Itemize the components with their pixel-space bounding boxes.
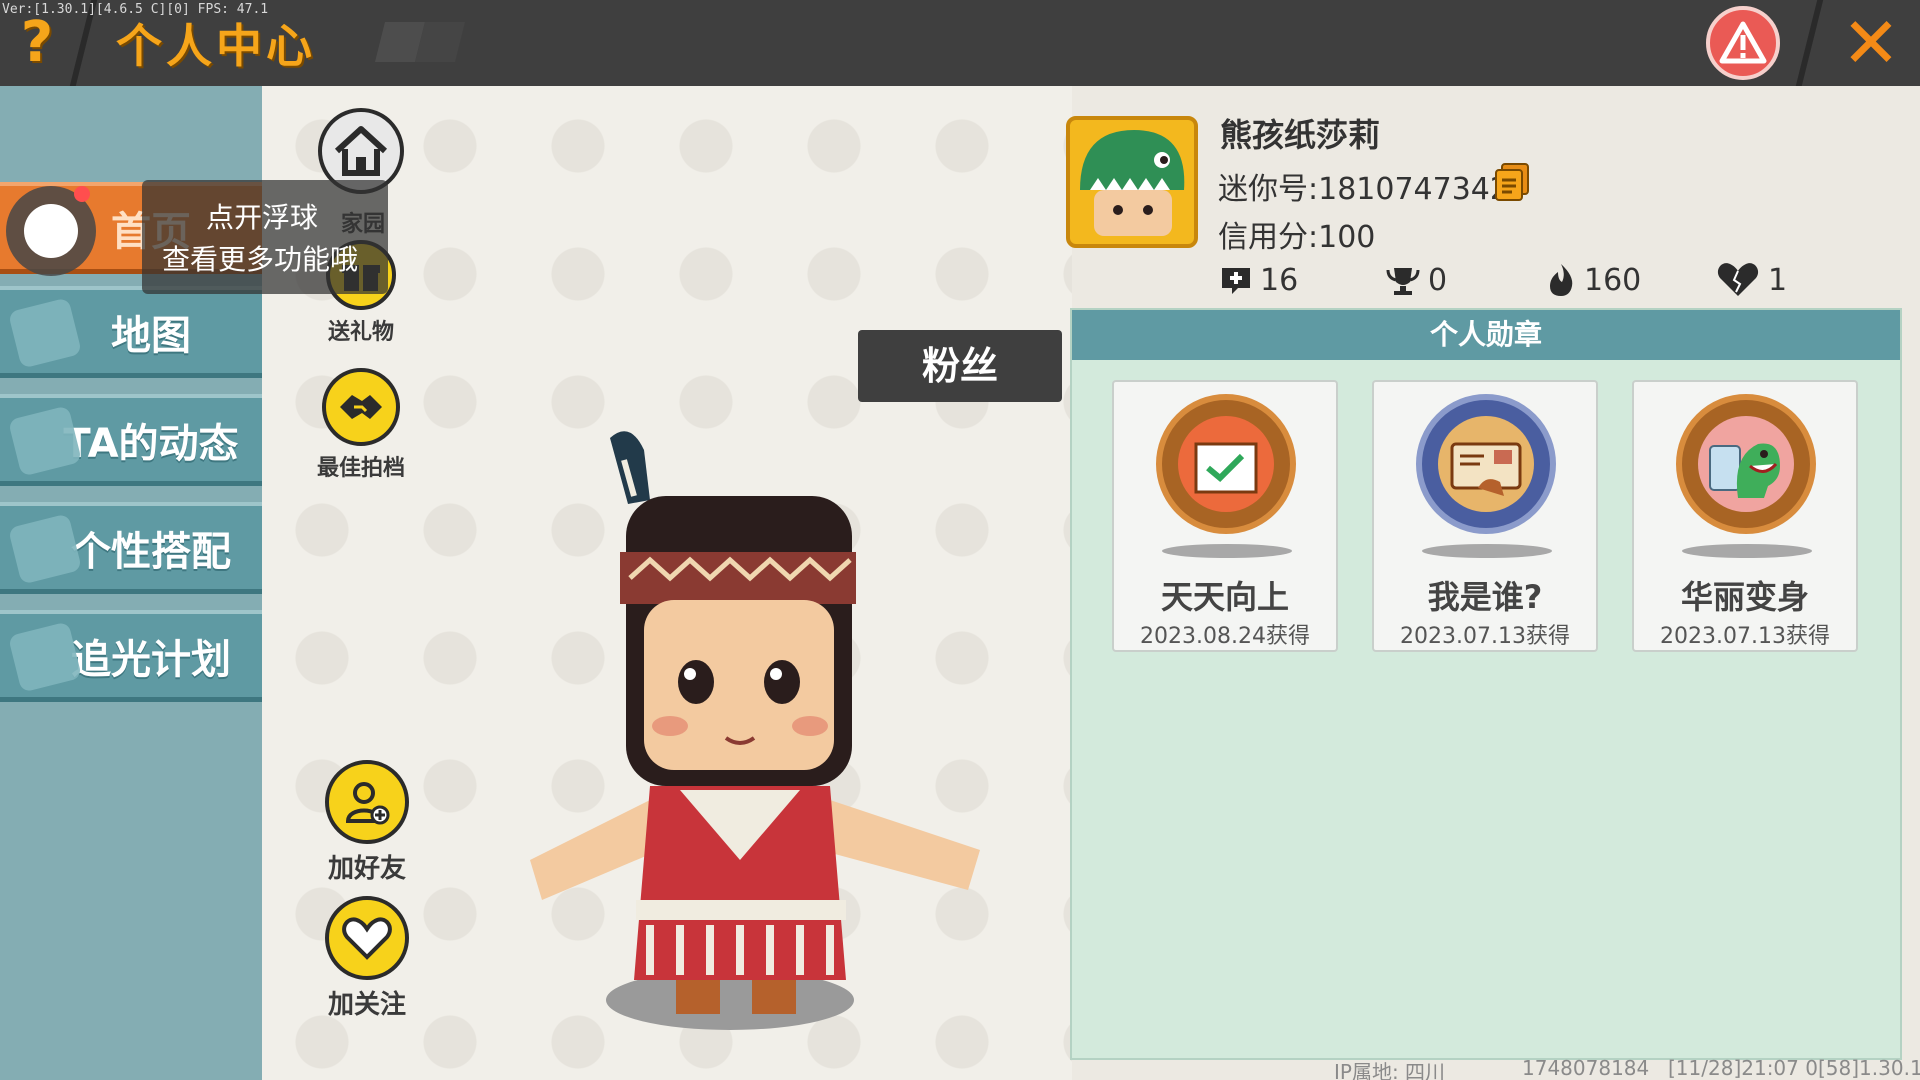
medal-name: 华丽变身 — [1680, 578, 1809, 616]
badge-shadow — [1682, 544, 1812, 558]
badge-shadow — [1422, 544, 1552, 558]
sidebar-item-activity[interactable]: TA的动态 — [0, 394, 262, 486]
trophy-icon — [1386, 268, 1420, 295]
follow-label: 加关注 — [327, 990, 406, 1020]
heart-icon — [342, 917, 392, 960]
dinosaur-icon — [1709, 443, 1780, 498]
medal-date: 2023.07.13获得 — [1660, 624, 1830, 649]
broken-heart-icon — [1717, 263, 1759, 296]
floating-ball-dot — [24, 204, 78, 258]
stat-popularity: 160 — [1546, 258, 1641, 302]
topbar-divider — [1792, 0, 1826, 86]
notification-dot — [74, 186, 90, 202]
medal-card[interactable]: 华丽变身 2023.07.13获得 — [1632, 380, 1858, 652]
add-friend-icon — [345, 782, 390, 825]
tooltip-line-2: 查看更多功能哦 — [162, 243, 359, 276]
sidebar-item-light-plan[interactable]: 追光计划 — [0, 610, 262, 702]
stat-hearts-value: 1 — [1768, 262, 1788, 298]
id-card-badge-icon — [1416, 394, 1556, 534]
version-fps-readout: Ver:[1.30.1][4.6.5 C][0] FPS: 47.1 — [2, 2, 269, 17]
page-title: 个人中心 — [116, 19, 316, 73]
topbar-decoration — [415, 22, 465, 62]
stat-trophy-value: 0 — [1428, 262, 1448, 298]
add-friend-button[interactable]: 加好友 — [302, 760, 432, 885]
left-eye-shine — [684, 668, 696, 680]
medal-date: 2023.08.24获得 — [1140, 624, 1310, 649]
tooltip-line-1: 点开浮球 — [206, 201, 319, 234]
left-arm — [530, 800, 660, 900]
stat-trophy: 0 — [1386, 258, 1447, 302]
avatar[interactable] — [1066, 116, 1198, 248]
close-button[interactable]: ✕ — [1836, 8, 1906, 78]
sidebar-item-map[interactable]: 地图 — [0, 286, 262, 378]
floating-ball-tooltip: 点开浮球 查看更多功能哦 — [142, 180, 388, 294]
build-version: [58]1.30.1 — [1818, 1056, 1920, 1080]
fans-tag[interactable]: 粉丝 — [858, 330, 1062, 402]
handshake-icon — [340, 395, 382, 419]
medal-name: 天天向上 — [1160, 578, 1289, 616]
stat-popularity-value: 160 — [1584, 262, 1642, 298]
mini-id: 迷你号:1810747342 — [1218, 172, 1509, 207]
player-character[interactable] — [520, 420, 1000, 1040]
warning-icon — [1719, 21, 1767, 64]
transform-badge-icon — [1676, 394, 1816, 534]
sidebar-item-outfit[interactable]: 个性搭配 — [0, 502, 262, 594]
medal-panel-title: 个人勋章 — [1072, 310, 1900, 360]
left-cheek — [652, 716, 688, 736]
medal-date: 2023.07.13获得 — [1400, 624, 1570, 649]
credit-score: 信用分:100 — [1218, 220, 1376, 255]
right-arm — [820, 800, 980, 890]
follow-button[interactable]: 加关注 — [302, 896, 432, 1021]
left-boot — [676, 980, 720, 1014]
add-friend-label: 加好友 — [327, 854, 406, 884]
gift-label: 送礼物 — [327, 320, 394, 345]
player-nickname: 熊孩纸莎莉 — [1220, 116, 1381, 154]
add-friend-icon-circle — [325, 760, 409, 844]
top-bar: Ver:[1.30.1][4.6.5 C][0] FPS: 47.1 ? 个人中… — [0, 0, 1920, 86]
dress-fringe — [646, 925, 834, 975]
calendar-badge-icon — [1156, 394, 1296, 534]
follow-icon-circle — [325, 896, 409, 980]
dress-band — [636, 900, 846, 920]
headband — [620, 552, 856, 604]
sidebar-item-label: 地图 — [111, 312, 191, 359]
medal-card[interactable]: 我是谁? 2023.07.13获得 — [1372, 380, 1598, 652]
right-cheek — [792, 716, 828, 736]
right-eye — [764, 660, 800, 704]
medal-panel: 个人勋章 天天向上 2023.08.24获得 我是谁? 2023.07.13获得… — [1070, 308, 1902, 1060]
floating-ball[interactable] — [6, 186, 96, 276]
dino-hood-avatar-icon — [1080, 130, 1185, 236]
stat-likes-value: 16 — [1260, 262, 1299, 298]
report-button[interactable] — [1706, 6, 1780, 80]
plus-square-icon — [1222, 268, 1250, 294]
medal-name: 我是谁? — [1427, 578, 1543, 616]
id-card-icon — [1450, 442, 1522, 496]
copy-icon — [1495, 163, 1529, 201]
calendar-icon — [1194, 442, 1258, 494]
stat-hearts: 1 — [1716, 258, 1787, 302]
user-uid: 1748078184 — [1522, 1056, 1650, 1080]
stat-likes: 16 — [1220, 258, 1298, 302]
right-eye-shine — [770, 668, 782, 680]
feather — [610, 431, 650, 504]
footer-time: [11/28]21:07 0 — [1668, 1056, 1818, 1080]
best-photo-button[interactable]: 最佳拍档 — [296, 368, 426, 482]
handshake-icon-circle — [322, 368, 400, 446]
badge-shadow — [1162, 544, 1292, 558]
ip-location: IP属地: 四川 — [1334, 1060, 1446, 1080]
left-eye — [678, 660, 714, 704]
copy-id-button[interactable] — [1494, 162, 1530, 202]
best-photo-label: 最佳拍档 — [316, 456, 405, 481]
fire-icon — [1550, 264, 1573, 296]
medal-card[interactable]: 天天向上 2023.08.24获得 — [1112, 380, 1338, 652]
house-icon — [334, 126, 388, 176]
help-button[interactable]: ? — [12, 8, 62, 78]
right-boot — [752, 980, 796, 1014]
